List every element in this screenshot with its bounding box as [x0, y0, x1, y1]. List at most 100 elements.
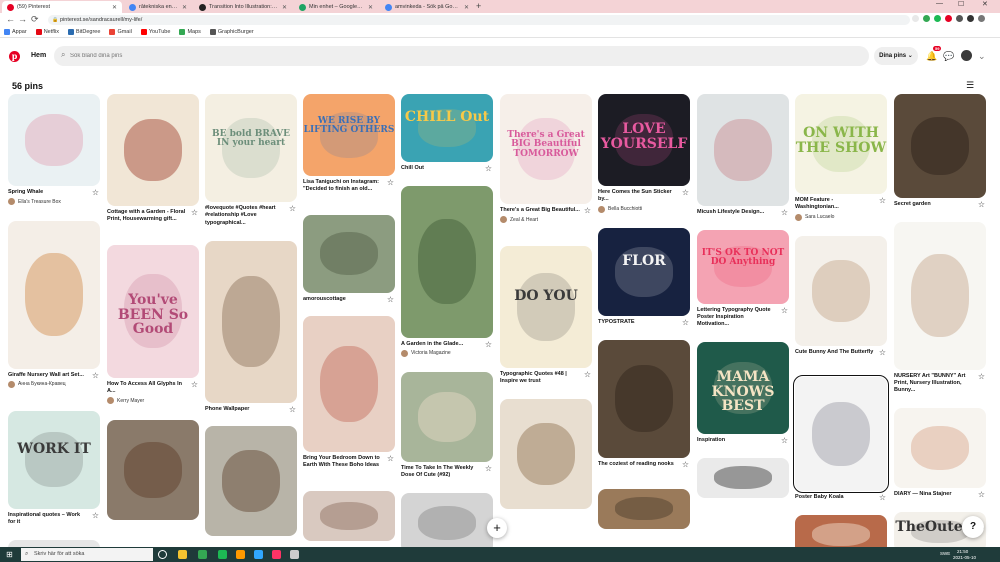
pin-card[interactable]: Bring Your Bedroom Down to Earth With Th…: [303, 316, 395, 470]
save-star-icon[interactable]: ☆: [485, 464, 492, 473]
pin-card[interactable]: CHILL Out Chill Out ☆: [401, 94, 493, 173]
pin-image[interactable]: [8, 539, 100, 547]
bookmark-graphicburger[interactable]: GraphicBurger: [209, 29, 254, 35]
pin-title[interactable]: Phone Wallpaper: [205, 406, 297, 413]
save-star-icon[interactable]: ☆: [682, 188, 689, 197]
pin-image[interactable]: [795, 514, 887, 547]
save-star-icon[interactable]: ☆: [485, 340, 492, 349]
pin-card[interactable]: WE RISE BY LIFTING OTHERS Lisa Taniguchi …: [303, 94, 395, 194]
pin-image[interactable]: [303, 316, 395, 452]
pin-image[interactable]: IT'S OK TO NOT DO Anything: [697, 229, 789, 304]
new-tab-button[interactable]: +: [476, 1, 481, 11]
chrome-icon[interactable]: [198, 550, 207, 559]
pin-card[interactable]: A Garden in the Glade... ☆ Victoria Magazi…: [401, 185, 493, 357]
pin-image[interactable]: WORK IT: [8, 410, 100, 509]
pin-image[interactable]: FLOR: [598, 228, 690, 316]
pin-title[interactable]: Typographic Quotes #48 | Inspire we trus…: [500, 371, 592, 386]
save-star-icon[interactable]: ☆: [978, 490, 985, 499]
save-star-icon[interactable]: ☆: [978, 200, 985, 209]
pin-card[interactable]: WORK IT Inspirational quotes – Work for i…: [8, 410, 100, 527]
avatar[interactable]: [961, 50, 972, 61]
pin-image[interactable]: WE RISE BY LIFTING OTHERS: [303, 94, 395, 176]
pin-image[interactable]: There's a Great BIG Beautiful TOMORROW: [500, 94, 592, 204]
extension-grammarly-icon[interactable]: [934, 15, 941, 22]
pin-card[interactable]: Time To Take In The Weekly Dose Of Cute …: [401, 372, 493, 480]
pin-title[interactable]: Bring Your Bedroom Down to Earth With Th…: [303, 455, 395, 470]
tab-close-icon[interactable]: ✕: [182, 4, 187, 11]
clock-time[interactable]: 21:50: [957, 549, 968, 554]
extension-puzzle-icon[interactable]: [956, 15, 963, 22]
pin-title[interactable]: Cottage with a Garden - Floral Print, Ho…: [107, 209, 199, 224]
pin-title[interactable]: DIARY — Nina Stajner: [894, 491, 986, 498]
pin-image[interactable]: [303, 214, 395, 293]
bookmark-apps[interactable]: Appar: [4, 29, 27, 35]
pin-card[interactable]: Poster Baby Koala ☆: [793, 375, 889, 502]
tab-close-icon[interactable]: ✕: [282, 4, 287, 11]
pin-card[interactable]: DO YOU Typographic Quotes #48 | Inspire w…: [500, 246, 592, 386]
spotify-icon[interactable]: [218, 550, 227, 559]
pin-title[interactable]: Inspirational quotes – Work for it: [8, 512, 100, 527]
bookmark-bitdegree[interactable]: BitDegree: [67, 29, 100, 35]
pin-image[interactable]: [401, 185, 493, 338]
pin-image[interactable]: [697, 94, 789, 206]
pin-title[interactable]: Lisa Taniguchi on Instagram: "Decided to…: [303, 179, 395, 194]
extension-green-icon[interactable]: [923, 15, 930, 22]
pin-card[interactable]: Cute Bunny And The Butterfly ☆: [795, 236, 887, 357]
save-star-icon[interactable]: ☆: [92, 188, 99, 197]
save-star-icon[interactable]: ☆: [584, 370, 591, 379]
pin-image[interactable]: BE bold BRAVE IN your heart: [205, 94, 297, 202]
save-star-icon[interactable]: ☆: [387, 454, 394, 463]
pin-title[interactable]: MOM Feature - Washingtonian...: [795, 197, 887, 212]
profile-icon[interactable]: [967, 15, 974, 22]
save-star-icon[interactable]: ☆: [191, 208, 198, 217]
pin-image[interactable]: [598, 339, 690, 458]
window-close-button[interactable]: ✕: [982, 0, 988, 8]
pin-author[interactable]: Bella Bucchiotti: [598, 205, 690, 213]
pin-author[interactable]: Ella's Treasure Box: [8, 198, 100, 206]
help-button[interactable]: ?: [962, 516, 984, 538]
pin-image[interactable]: MAMA KNOWS BEST: [697, 342, 789, 434]
search-input[interactable]: [70, 49, 850, 63]
taskbar-search-box[interactable]: ⌕ Skriv här för att söka: [21, 548, 153, 561]
tab-close-icon[interactable]: ✕: [112, 4, 117, 11]
save-star-icon[interactable]: ☆: [289, 204, 296, 213]
add-pin-button[interactable]: +: [487, 518, 507, 538]
pin-author[interactable]: Sara Lucaelo: [795, 213, 887, 221]
pin-title[interactable]: NURSERY Art "BUNNY" Art Print, Nursery I…: [894, 373, 986, 395]
illustrator-icon[interactable]: [236, 550, 245, 559]
pin-card[interactable]: [107, 419, 199, 520]
pin-title[interactable]: Giraffe Nursery Wall art Set...: [8, 372, 100, 379]
save-star-icon[interactable]: ☆: [387, 295, 394, 304]
pin-image[interactable]: CHILL Out: [401, 94, 493, 162]
pin-image[interactable]: [894, 94, 986, 198]
forward-button[interactable]: →: [18, 14, 27, 24]
pin-card[interactable]: Micush Lifestyle Design... ☆: [697, 94, 789, 217]
pin-image[interactable]: [205, 240, 297, 403]
pin-title[interactable]: Lettering Typography Quote Poster Inspir…: [697, 307, 789, 329]
pin-title[interactable]: Here Comes the Sun Sticker by...: [598, 189, 690, 204]
pin-title[interactable]: Time To Take In The Weekly Dose Of Cute …: [401, 465, 493, 480]
pin-image[interactable]: You've BEEN So Good: [107, 244, 199, 378]
pin-title[interactable]: The coziest of reading nooks: [598, 461, 690, 468]
pin-card[interactable]: NURSERY Art "BUNNY" Art Print, Nursery I…: [894, 221, 986, 395]
windows-start-icon[interactable]: ⊞: [6, 550, 13, 559]
bookmark-maps[interactable]: Maps: [179, 29, 201, 35]
pin-card[interactable]: BE bold BRAVE IN your heart #lovequote #Q…: [205, 94, 297, 227]
other-icon[interactable]: [290, 550, 299, 559]
save-star-icon[interactable]: ☆: [485, 164, 492, 173]
save-star-icon[interactable]: ☆: [191, 380, 198, 389]
pin-image[interactable]: [8, 220, 100, 369]
bookmark-youtube[interactable]: YouTube: [140, 29, 170, 35]
pin-card[interactable]: [401, 493, 493, 547]
maximize-button[interactable]: ☐: [958, 0, 964, 8]
pin-card[interactable]: DIARY — Nina Stajner ☆: [894, 408, 986, 499]
pin-card[interactable]: [697, 457, 789, 498]
pin-card[interactable]: The coziest of reading nooks ☆: [598, 339, 690, 469]
pin-title[interactable]: Inspiration: [697, 437, 789, 444]
pinterest-logo-icon[interactable]: p: [9, 51, 20, 62]
pin-image[interactable]: [303, 490, 395, 541]
pin-author[interactable]: Zeal & Heart: [500, 216, 592, 224]
language-indicator[interactable]: SWE: [940, 551, 950, 556]
pin-card[interactable]: [500, 399, 592, 509]
search-bar[interactable]: ⌕: [54, 46, 869, 66]
